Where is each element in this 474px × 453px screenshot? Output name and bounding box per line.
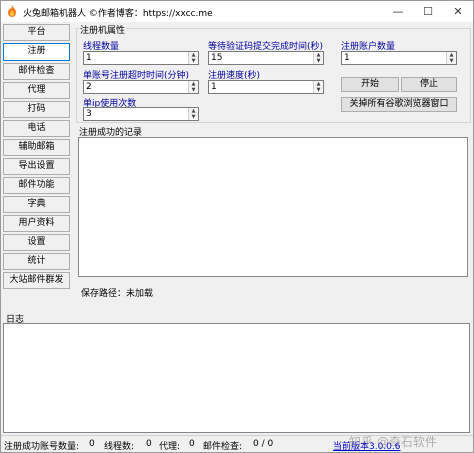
nav-dictionary[interactable]: 字典 xyxy=(3,196,70,213)
status-threads-label: 线程数: xyxy=(104,442,135,452)
timeout-spinner[interactable]: 2 ▲ ▼ xyxy=(83,80,199,94)
status-proxy-label: 代理: xyxy=(159,442,181,452)
nav-export-settings[interactable]: 导出设置 xyxy=(3,158,70,175)
nav-mail-functions[interactable]: 邮件功能 xyxy=(3,177,70,194)
status-mail-check-label: 邮件检查: xyxy=(203,442,243,452)
window-title: 火兔邮箱机器人 ©作者博客：https://xxcc.me xyxy=(23,9,213,19)
threads-spinner[interactable]: 1 ▲ ▼ xyxy=(83,51,199,65)
threads-value: 1 xyxy=(86,53,92,63)
nav-user-profile[interactable]: 用户资料 xyxy=(3,215,70,232)
maximize-button[interactable]: ☐ xyxy=(413,1,443,22)
register-group-title: 注册机属性 xyxy=(79,23,127,36)
spinner-arrows-icon[interactable]: ▲ ▼ xyxy=(188,81,198,93)
spinner-arrows-icon[interactable]: ▲ ▼ xyxy=(446,52,456,64)
start-button[interactable]: 开始 xyxy=(341,77,399,92)
speed-value: 1 xyxy=(211,82,217,92)
status-proxy-value: 0 xyxy=(189,439,195,449)
spinner-arrows-icon[interactable]: ▲ ▼ xyxy=(188,52,198,64)
speed-spinner[interactable]: 1 ▲ ▼ xyxy=(208,80,324,94)
nav-mail-check[interactable]: 邮件检查 xyxy=(3,63,70,80)
nav-phone[interactable]: 电话 xyxy=(3,120,70,137)
status-threads-value: 0 xyxy=(146,439,152,449)
log-textarea[interactable] xyxy=(3,323,470,433)
nav-platform[interactable]: 平台 xyxy=(3,24,70,41)
nav-statistics[interactable]: 统计 xyxy=(3,253,70,270)
close-browsers-button[interactable]: 关掉所有谷歌浏览器窗口 xyxy=(341,97,457,112)
minimize-button[interactable]: — xyxy=(383,1,413,22)
ip-usage-value: 3 xyxy=(86,109,92,119)
nav-proxy[interactable]: 代理 xyxy=(3,82,70,99)
ip-usage-spinner[interactable]: 3 ▲ ▼ xyxy=(83,107,199,121)
status-success-value: 0 xyxy=(89,439,95,449)
status-mail-check-value: 0 / 0 xyxy=(253,439,274,449)
nav-captcha[interactable]: 打码 xyxy=(3,101,70,118)
captcha-wait-spinner[interactable]: 15 ▲ ▼ xyxy=(208,51,324,65)
save-path-text: 保存路径：未加载 xyxy=(81,289,154,299)
spinner-arrows-icon[interactable]: ▲ ▼ xyxy=(313,81,323,93)
stop-button[interactable]: 停止 xyxy=(401,77,457,92)
app-window: 火兔邮箱机器人 ©作者博客：https://xxcc.me — ☐ ✕ 平台 注… xyxy=(0,0,474,453)
accounts-value: 1 xyxy=(344,53,350,63)
status-success-label: 注册成功账号数量: xyxy=(4,442,80,452)
fire-rabbit-icon xyxy=(8,5,16,17)
success-records-list[interactable] xyxy=(78,137,468,277)
nav-bulk-mail[interactable]: 大站邮件群发 xyxy=(3,272,70,289)
spinner-arrows-icon[interactable]: ▲ ▼ xyxy=(313,52,323,64)
timeout-value: 2 xyxy=(86,82,92,92)
close-button[interactable]: ✕ xyxy=(443,1,473,22)
accounts-spinner[interactable]: 1 ▲ ▼ xyxy=(341,51,457,65)
nav-aux-mail[interactable]: 辅助邮箱 xyxy=(3,139,70,156)
captcha-wait-value: 15 xyxy=(211,53,223,63)
spinner-arrows-icon[interactable]: ▲ ▼ xyxy=(188,108,198,120)
nav-settings[interactable]: 设置 xyxy=(3,234,70,251)
nav-register[interactable]: 注册 xyxy=(3,43,70,61)
title-bar: 火兔邮箱机器人 ©作者博客：https://xxcc.me — ☐ ✕ xyxy=(1,1,473,22)
zhihu-watermark: 知乎 @奇石软件 xyxy=(349,435,437,449)
